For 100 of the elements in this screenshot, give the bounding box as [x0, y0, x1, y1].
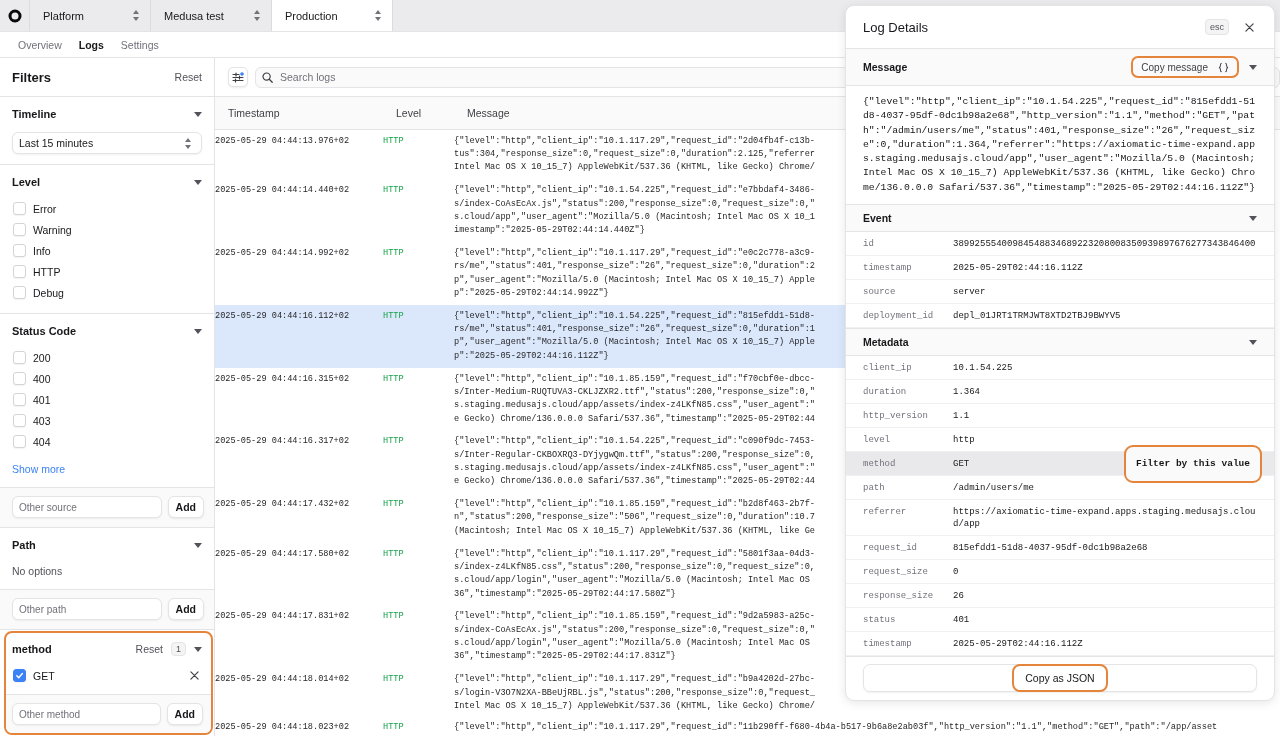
- field-key: id: [863, 237, 874, 250]
- option-label: 404: [33, 435, 51, 448]
- field-value: 10.1.54.225: [953, 361, 1013, 374]
- field-value: http: [953, 433, 975, 446]
- close-icon[interactable]: [1245, 22, 1254, 32]
- reset-button[interactable]: Reset: [174, 71, 202, 83]
- reset-button[interactable]: Reset: [135, 643, 163, 655]
- text-input[interactable]: Other source: [12, 496, 162, 518]
- level-cell-text: HTTP: [383, 372, 404, 386]
- chevrons-icon: [375, 10, 381, 21]
- message-cell-text: {"level":"http","client_ip":"10.1.117.29","request_id":"11b290ff-f680-4b4a-b517-9b6a8e2ab03f","http_version":"1.1","method":"GET","path":"/app/asset: [454, 720, 1218, 734]
- option-label: Info: [33, 244, 51, 257]
- level-cell-text: HTTP: [383, 435, 404, 449]
- caret-icon[interactable]: [1249, 64, 1257, 70]
- filter-settings-button[interactable]: [228, 67, 248, 87]
- breadcrumb-dropdown[interactable]: Production: [272, 0, 393, 31]
- level-cell-text: HTTP: [383, 610, 404, 624]
- caret-icon[interactable]: [194, 646, 202, 652]
- level-cell-text: HTTP: [383, 309, 404, 323]
- field-value: 815efdd1-51d8-4037-95df-0dc1b98a2e68: [953, 541, 1148, 554]
- level-cell-text: HTTP: [383, 247, 404, 261]
- field-value: 2025-05-29T02:44:16.112Z: [953, 261, 1083, 274]
- field-value: /admin/users/me: [953, 481, 1034, 494]
- timeline-select[interactable]: Last 15 minutes: [12, 132, 202, 154]
- add-button[interactable]: Add: [167, 598, 204, 620]
- option-label: GET: [33, 669, 55, 682]
- timestamp-cell-text: 2025-05-29 04:44:14.440+02: [215, 184, 350, 198]
- section-title: Level: [12, 176, 41, 188]
- add-button[interactable]: Add: [167, 496, 204, 518]
- field-value: 0: [953, 565, 959, 578]
- field-value: 401: [953, 613, 970, 626]
- nav-tab[interactable]: Settings: [120, 38, 159, 51]
- message-cell: {"level":"http","client_ip":"10.1.54.225","request_id":"e7bbdaf4-3486- s/index-CoAsEcAx.js","status":200,"response_size":0,"request_size":0," s.cloud/app","user_agent":"Mozilla/5.0 (Macintosh; Intel Mac OS X 10_1 imestamp":"2025-05-29T02:44:14.440Z"}: [454, 184, 815, 238]
- message-cell: {"level":"http","client_ip":"10.1.54.225","request_id":"c090f9dc-7453- s/Inter-Regular-CKBOXRQ3-DYjygwQm.ttf","status":200,"response_size":0, s.staging.medusajs.cloud/app/assets/index-z4LKfN85.css","user_agent":" e Gecko) Chrome/136.0.0.0 Safari/537.36","timestamp":"2025-05-29T02:44: [454, 435, 815, 489]
- timestamp-cell-text: 2025-05-29 04:44:13.976+02: [215, 134, 350, 148]
- field-key: level: [863, 433, 890, 446]
- text-input[interactable]: Other method: [12, 703, 161, 725]
- column-header: Message: [467, 107, 510, 119]
- checkbox[interactable]: [13, 669, 26, 682]
- option-label: 403: [33, 414, 51, 427]
- section-header-bar[interactable]: Message Copy message: [846, 48, 1274, 86]
- level-cell-text: HTTP: [383, 134, 404, 148]
- section-title: Timeline: [12, 108, 57, 120]
- timestamp-cell-text: 2025-05-29 04:44:18.014+02: [215, 673, 350, 687]
- caret-icon[interactable]: [194, 542, 202, 548]
- filter-by-value-button[interactable]: Filter by this value: [1123, 444, 1262, 483]
- selected-log-row[interactable]: [215, 305, 845, 368]
- field-key: source: [863, 285, 896, 298]
- caret-icon[interactable]: [194, 179, 202, 185]
- copy-json-button[interactable]: Copy as JSON: [863, 664, 1257, 693]
- timestamp-cell-text: 2025-05-29 04:44:18.023+02: [215, 720, 350, 734]
- close-icon[interactable]: [190, 671, 199, 680]
- timestamp-cell-text: 2025-05-29 04:44:16.317+02: [215, 435, 350, 449]
- message-cell-text: {"level":"http","client_ip":"10.1.85.159","request_id":"b2d8f463-2b7f- n","status":200,"response_size":"506","request_size":0,"duration":10.7 (Macintosh; Intel Mac OS X 10_15_7) AppleWebKit/537.36 (KHTML, like Ge: [454, 498, 815, 538]
- caret-icon[interactable]: [194, 328, 202, 334]
- field-key: request_size: [863, 565, 928, 578]
- timestamp-cell-text: 2025-05-29 04:44:14.992+02: [215, 247, 350, 261]
- esc-key-badge: esc: [1205, 19, 1229, 35]
- field-key: status: [863, 613, 896, 626]
- level-cell-text: HTTP: [383, 184, 404, 198]
- field-value: 2025-05-29T02:44:16.112Z: [953, 637, 1083, 650]
- section-header-bar[interactable]: Metadata: [846, 328, 1274, 357]
- field-value: 1.364: [953, 385, 980, 398]
- field-key: referrer: [863, 505, 907, 518]
- show-more-link[interactable]: Show more: [12, 461, 66, 477]
- filters-title: Filters: [12, 69, 51, 85]
- field-key: method: [863, 457, 896, 470]
- field-key: http_version: [863, 409, 928, 422]
- chevrons-icon: [185, 137, 191, 149]
- field-value: 26: [953, 589, 964, 602]
- field-value: 1.1: [953, 409, 970, 422]
- empty-state-text: No options: [12, 564, 64, 579]
- caret-icon[interactable]: [1249, 339, 1257, 345]
- nav-tab[interactable]: Overview: [18, 38, 62, 51]
- message-cell: {"level":"http","client_ip":"10.1.85.159","request_id":"f70cbf0e-dbcc- s/Inter-Medium-RUQTUVA3-CKLJZXR2.ttf","status":200,"response_size":0," s.staging.medusajs.cloud/app/assets/index-z4LKfN85.css","user_agent":" e Gecko) Chrome/136.0.0.0 Safari/537.36","timestamp":"2025-05-29T02:44: [454, 372, 815, 426]
- add-button[interactable]: Add: [166, 703, 203, 725]
- option-label: 200: [33, 351, 51, 364]
- nav-tab[interactable]: Logs: [78, 38, 104, 51]
- message-cell: {"level":"http","client_ip":"10.1.85.159","request_id":"9d2a5983-a25c- s/index-CoAsEcAx.js","status":200,"response_size":0,"request_size":0," s.cloud/app/login","user_agent":"Mozilla/5.0 (Macintosh; Intel Mac OS 36","timestamp":"2025-05-29T02:44:17.831Z"}: [454, 610, 815, 664]
- ring-logo-icon[interactable]: [7, 8, 22, 23]
- caret-icon[interactable]: [194, 111, 202, 117]
- text-input[interactable]: Other path: [12, 598, 162, 620]
- copy-message-button[interactable]: Copy message: [1131, 56, 1239, 78]
- timestamp-cell-text: 2025-05-29 04:44:17.831+02: [215, 610, 350, 624]
- section-title: Path: [12, 539, 36, 551]
- message-cell: {"level":"http","client_ip":"10.1.117.29","request_id":"2d04fb4f-c13b- tus":304,"response_size":0,"request_size":0,"duration":2.125,"referrer Intel Mac OS X 10_15_7) AppleWebKit/537.36 (KHTML, like Gecko) Chrome/: [454, 134, 815, 175]
- section-header-bar[interactable]: Event: [846, 204, 1274, 233]
- section-title: Event: [863, 212, 892, 225]
- option-label: HTTP: [33, 265, 61, 278]
- level-cell-text: HTTP: [383, 498, 404, 512]
- field-key: request_id: [863, 541, 917, 554]
- field-key: response_size: [863, 589, 934, 602]
- count-badge: 1: [171, 642, 186, 656]
- message-cell-text: {"level":"http","client_ip":"10.1.117.29","request_id":"e0c2c778-a3c9- rs/me","status":401,"response_size":"26","request_size":0,"duration":2 p","user_agent":"Mozilla/5.0 (Macintosh; Intel Mac OS X 10_15_7) Apple p":"2025-05-29T02:44:14.992Z"}: [454, 247, 815, 300]
- timestamp-cell-text: 2025-05-29 04:44:17.580+02: [215, 547, 350, 561]
- column-header: Level: [396, 107, 422, 119]
- field-value: server: [953, 285, 986, 298]
- message-cell-text: {"level":"http","client_ip":"10.1.117.29","request_id":"b9a4202d-27bc- s/login-V3O7N2XA-BBeUjRBL.js","status":200,"response_size":0,"request_ Intel Mac OS X 10_15_7) AppleWebKit/537.36 (KHTML, like Gecko) Chrome/: [454, 673, 815, 713]
- option-label: 400: [33, 372, 51, 385]
- caret-icon[interactable]: [1249, 215, 1257, 221]
